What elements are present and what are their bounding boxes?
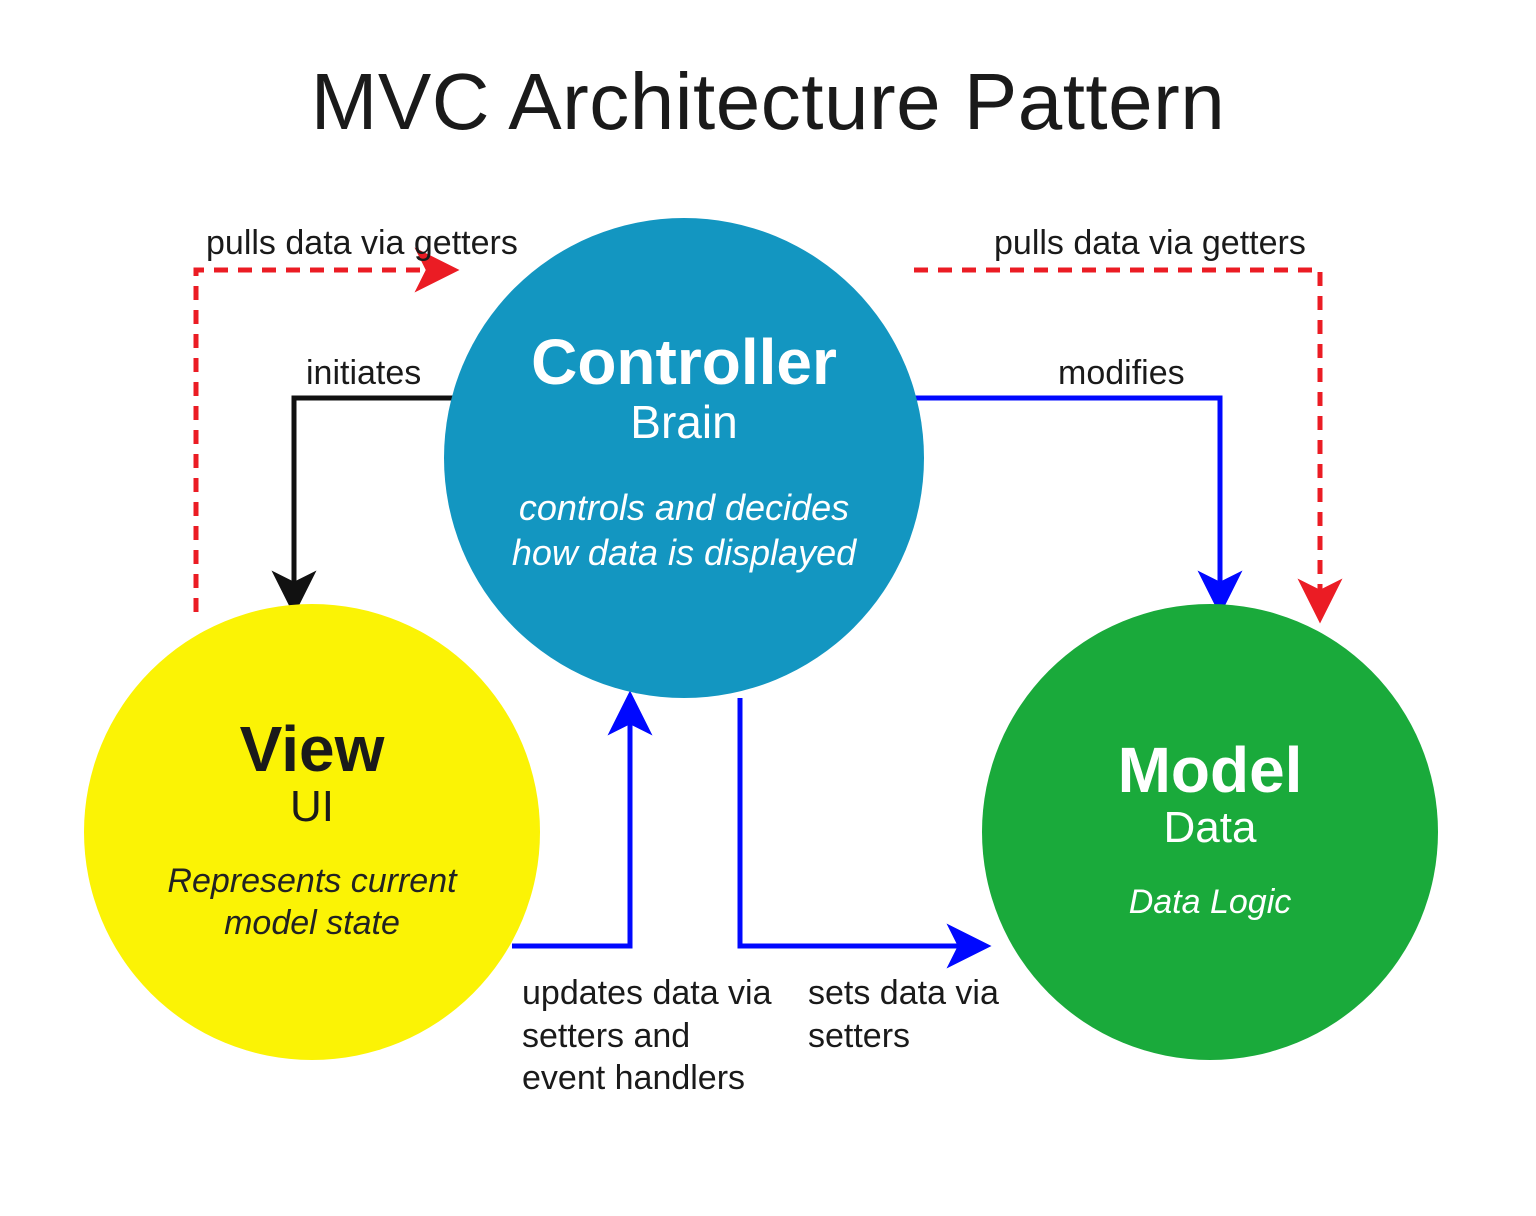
edge-model-pulls [914, 270, 1320, 616]
label-initiates: initiates [306, 352, 421, 395]
model-description: Data Logic [1093, 881, 1328, 924]
model-title: Model [1118, 733, 1303, 807]
node-model: Model Data Data Logic [982, 604, 1438, 1060]
edge-view-pulls [196, 270, 452, 612]
view-description: Represents current model state [84, 860, 540, 945]
edge-controller-to-model [892, 398, 1220, 608]
controller-subtitle: Brain [630, 395, 737, 449]
controller-title: Controller [531, 325, 837, 399]
label-sets: sets data via setters [808, 972, 1008, 1057]
label-updates: updates data via setters and event handl… [522, 972, 782, 1100]
controller-description: controls and decides how data is display… [444, 485, 924, 575]
label-view-pulls: pulls data via getters [206, 222, 518, 265]
view-title: View [240, 712, 385, 786]
diagram-title: MVC Architecture Pattern [0, 56, 1536, 148]
label-model-pulls: pulls data via getters [994, 222, 1306, 265]
node-controller: Controller Brain controls and decides ho… [444, 218, 924, 698]
node-view: View UI Represents current model state [84, 604, 540, 1060]
model-subtitle: Data [1164, 803, 1257, 853]
diagram-stage: MVC Architecture Pattern Controlle [0, 0, 1536, 1216]
label-modifies: modifies [1058, 352, 1185, 395]
edge-controller-sets-model [740, 698, 984, 946]
view-subtitle: UI [290, 782, 334, 832]
